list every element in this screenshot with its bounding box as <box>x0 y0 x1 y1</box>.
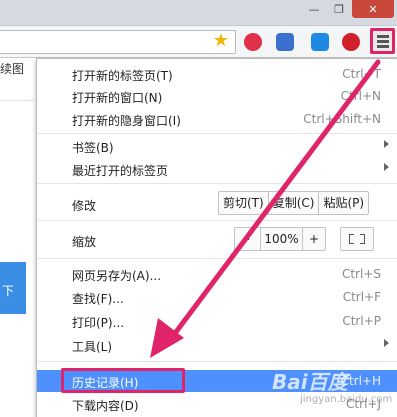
menu-item-new-tab[interactable]: 打开新的标签页(T) Ctrl+T <box>37 63 397 85</box>
menu-item-recent-tabs[interactable]: 最近打开的标签页 <box>37 158 397 180</box>
submenu-arrow-icon <box>384 140 389 148</box>
window-titlebar: — ❐ ✕ <box>0 0 397 26</box>
menu-item-tools[interactable]: 工具(L) <box>37 334 397 356</box>
hamburger-menu-icon[interactable] <box>370 28 395 54</box>
menu-item-label: 网页另存为(A)... <box>72 269 162 283</box>
menu-item-label: 最近打开的标签页 <box>72 164 169 178</box>
menu-item-incognito[interactable]: 打开新的隐身窗口(I) Ctrl+Shift+N <box>37 108 397 130</box>
annotation-highlight-box <box>61 368 185 393</box>
menu-item-print[interactable]: 打印(P)... Ctrl+P <box>37 310 397 332</box>
close-button[interactable]: ✕ <box>352 0 394 18</box>
menu-item-label: 查找(F)... <box>72 292 124 306</box>
menu-item-label: 打印(P)... <box>72 316 125 330</box>
menu-item-find[interactable]: 查找(F)... Ctrl+F <box>37 286 397 308</box>
menu-separator <box>37 183 397 184</box>
menu-separator <box>37 220 397 221</box>
menu-item-label: 缩放 <box>72 235 97 249</box>
menu-item-label: 修改 <box>72 199 97 213</box>
menu-item-shortcut: Ctrl+P <box>342 314 381 328</box>
menu-item-shortcut: Ctrl+N <box>340 89 381 103</box>
chrome-main-menu: 打开新的标签页(T) Ctrl+T 打开新的窗口(N) Ctrl+N 打开新的隐… <box>36 58 397 417</box>
cut-button[interactable]: 剪切(T) <box>219 192 269 214</box>
menu-item-shortcut: Ctrl+T <box>342 67 381 81</box>
zoom-control: - 100% + <box>234 227 326 251</box>
minimize-button[interactable]: — <box>303 0 325 18</box>
submenu-arrow-icon <box>384 339 389 347</box>
menu-item-label: 打开新的标签页(T) <box>72 69 173 83</box>
menu-item-label: 书签(B) <box>72 141 114 155</box>
menu-item-label: 打开新的窗口(N) <box>72 91 163 105</box>
extension-lightblue-icon[interactable] <box>311 33 329 51</box>
menu-item-shortcut: Ctrl+Shift+N <box>303 112 381 126</box>
page-blue-button[interactable]: 下 <box>0 262 26 314</box>
menu-item-save-as[interactable]: 网页另存为(A)... Ctrl+S <box>37 263 397 285</box>
menu-item-bookmarks[interactable]: 书签(B) <box>37 135 397 157</box>
menu-item-label: 下载内容(D) <box>72 399 139 413</box>
menu-separator <box>37 361 397 362</box>
browser-toolbar: ★ <box>0 26 397 58</box>
zoom-level: 100% <box>261 228 303 250</box>
maximize-button[interactable]: ❐ <box>328 0 350 18</box>
menu-separator <box>37 133 397 134</box>
zoom-in-button[interactable]: + <box>303 228 325 250</box>
page-content <box>0 58 36 417</box>
paste-button[interactable]: 粘贴(P) <box>319 192 368 214</box>
address-bar[interactable] <box>0 30 236 54</box>
menu-item-shortcut: Ctrl+F <box>342 290 381 304</box>
menu-item-new-window[interactable]: 打开新的窗口(N) Ctrl+N <box>37 85 397 107</box>
copy-button[interactable]: 复制(C) <box>269 192 320 214</box>
baidu-watermark-url: jingyan.baidu.com <box>300 394 393 405</box>
bookmarks-bar-item[interactable]: 续图 <box>0 60 24 77</box>
menu-separator <box>37 258 397 259</box>
baidu-watermark-logo: Bai百度 <box>272 370 348 394</box>
divider <box>0 100 34 101</box>
edit-button-group: 剪切(T) 复制(C) 粘贴(P) <box>218 191 370 215</box>
bookmark-star-icon[interactable]: ★ <box>210 30 232 52</box>
submenu-arrow-icon <box>384 163 389 171</box>
fullscreen-icon[interactable] <box>340 227 374 251</box>
menu-item-label: 打开新的隐身窗口(I) <box>72 114 181 128</box>
extension-blue-icon[interactable] <box>276 33 294 51</box>
menu-item-label: 工具(L) <box>72 340 113 354</box>
extension-red-icon[interactable] <box>244 33 262 51</box>
adblock-stop-icon[interactable] <box>342 33 360 51</box>
menu-item-shortcut: Ctrl+S <box>341 267 381 281</box>
zoom-out-button[interactable]: - <box>235 228 261 250</box>
